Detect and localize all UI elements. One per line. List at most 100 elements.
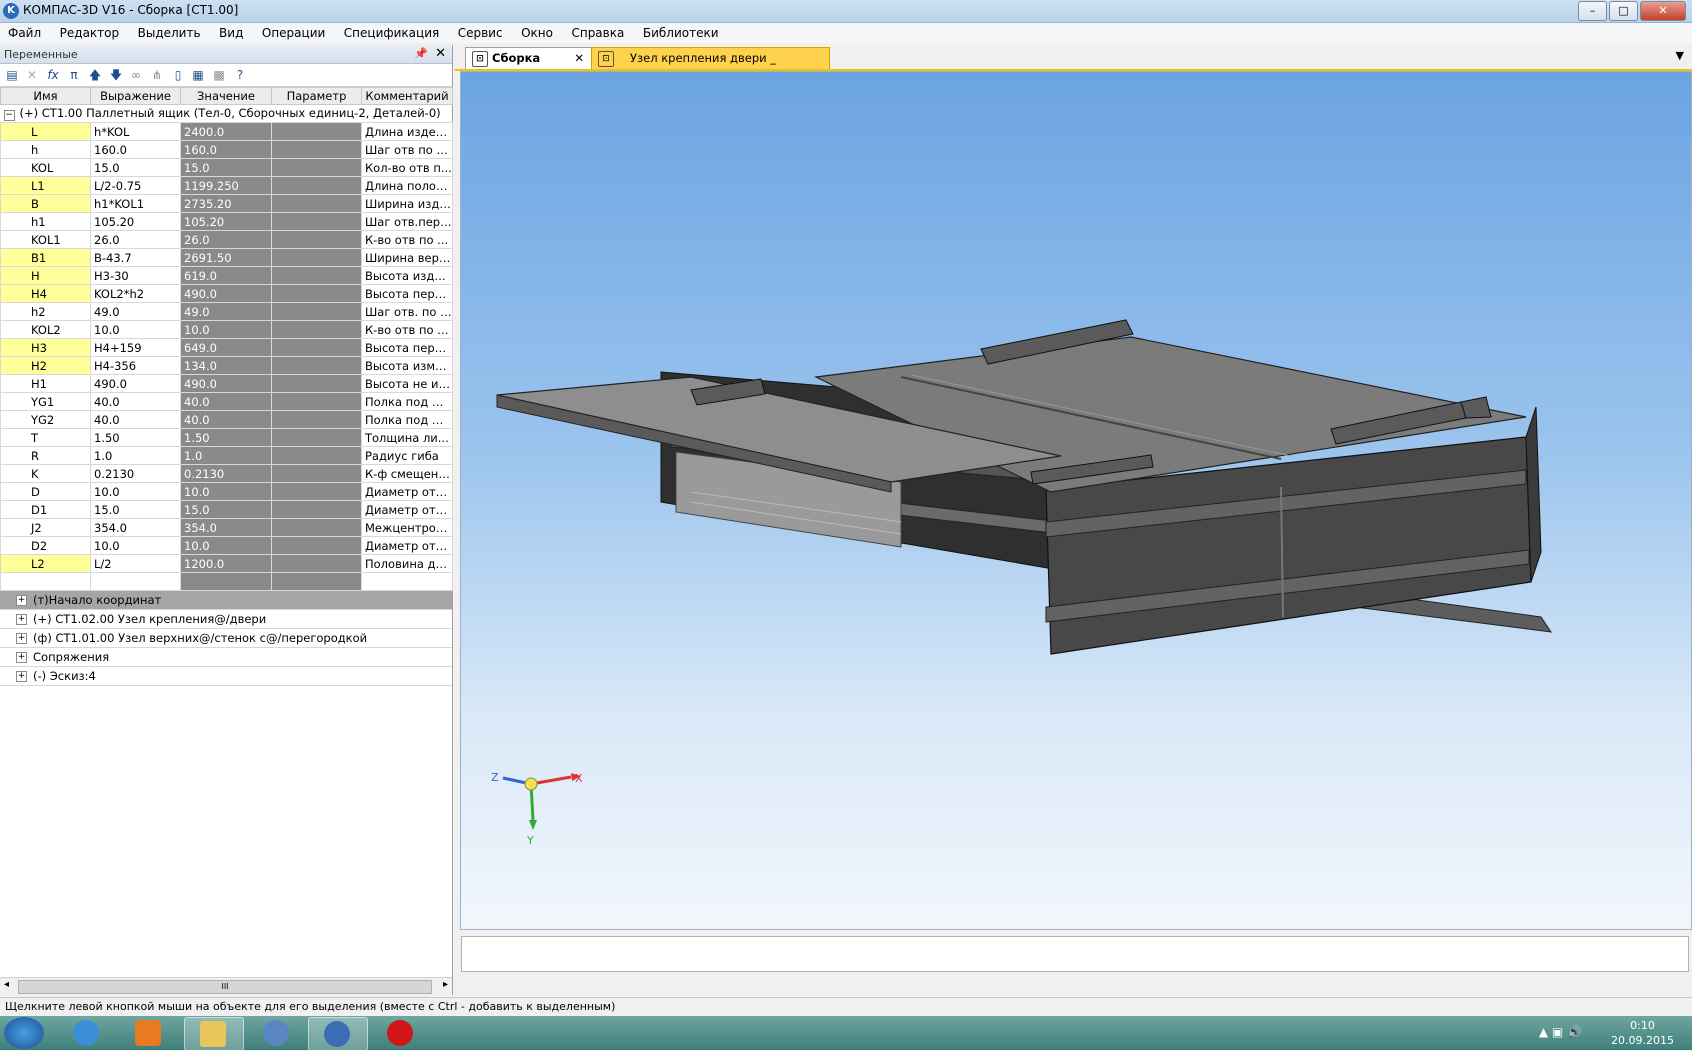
variable-parameter-cell[interactable] bbox=[271, 500, 362, 519]
variable-name-cell[interactable]: K bbox=[0, 464, 91, 483]
taskbar-kompas[interactable] bbox=[248, 1017, 306, 1049]
variable-parameter-cell[interactable] bbox=[271, 158, 362, 177]
variable-value-cell[interactable]: 10.0 bbox=[180, 482, 272, 501]
tree-item[interactable]: + (-) Эскиз:4 bbox=[0, 667, 452, 686]
column-expression[interactable]: Выражение bbox=[90, 87, 181, 105]
horizontal-scrollbar[interactable]: ◂ III ▸ bbox=[0, 977, 452, 995]
link-icon[interactable]: ∞ bbox=[128, 67, 144, 83]
variable-parameter-cell[interactable] bbox=[271, 392, 362, 411]
variable-row[interactable]: L1 L/2-0.75 1199.250 Длина полов... bbox=[0, 176, 453, 195]
variable-row[interactable]: D1 15.0 15.0 Диаметр отв ... bbox=[0, 500, 453, 519]
variable-value-cell[interactable]: 134.0 bbox=[180, 356, 272, 375]
empty-row[interactable] bbox=[0, 572, 453, 591]
variable-row[interactable]: K 0.2130 0.2130 К-ф смещения bbox=[0, 464, 453, 483]
variable-comment-cell[interactable]: Шаг отв по д... bbox=[361, 140, 453, 159]
variable-value-cell[interactable]: 15.0 bbox=[180, 500, 272, 519]
variable-comment-cell[interactable]: Диаметр отв ... bbox=[361, 500, 453, 519]
tree-item[interactable]: + (т)Начало координат bbox=[0, 591, 452, 610]
variable-name-cell[interactable]: H2 bbox=[0, 356, 91, 375]
tab-assembly[interactable]: ⊡ Сборка ✕ bbox=[465, 47, 592, 69]
kompas-logo-icon[interactable]: K bbox=[3, 3, 19, 19]
variable-comment-cell[interactable]: Диаметр отв ... bbox=[361, 536, 453, 555]
variable-comment-cell[interactable]: Толщина ли... bbox=[361, 428, 453, 447]
variable-parameter-cell[interactable] bbox=[271, 554, 362, 573]
variable-parameter-cell[interactable] bbox=[271, 536, 362, 555]
minimize-button[interactable]: – bbox=[1578, 1, 1607, 21]
variable-comment-cell[interactable]: Высота перег... bbox=[361, 338, 453, 357]
variable-expression-cell[interactable]: h1*KOL1 bbox=[90, 194, 181, 213]
taskbar-opera[interactable] bbox=[372, 1017, 430, 1049]
variable-expression-cell[interactable]: 160.0 bbox=[90, 140, 181, 159]
variable-expression-cell[interactable]: 26.0 bbox=[90, 230, 181, 249]
variable-comment-cell[interactable]: Длина изделия bbox=[361, 122, 453, 141]
pi-icon[interactable]: π bbox=[66, 67, 82, 83]
empty-cell[interactable] bbox=[90, 572, 181, 591]
menu-operations[interactable]: Операции bbox=[254, 23, 332, 40]
variable-name-cell[interactable]: h bbox=[0, 140, 91, 159]
variable-name-cell[interactable]: D1 bbox=[0, 500, 91, 519]
variable-comment-cell[interactable]: Шаг отв.пере... bbox=[361, 212, 453, 231]
variable-row[interactable]: D 10.0 10.0 Диаметр отв.... bbox=[0, 482, 453, 501]
variable-comment-cell[interactable]: Высота перег... bbox=[361, 284, 453, 303]
variable-name-cell[interactable]: h2 bbox=[0, 302, 91, 321]
pin-icon[interactable]: 📌 bbox=[414, 47, 428, 60]
variable-parameter-cell[interactable] bbox=[271, 194, 362, 213]
variable-name-cell[interactable]: KOL1 bbox=[0, 230, 91, 249]
variable-row[interactable]: H4 KOL2*h2 490.0 Высота перег... bbox=[0, 284, 453, 303]
export-icon[interactable]: ▩ bbox=[211, 67, 227, 83]
variable-parameter-cell[interactable] bbox=[271, 320, 362, 339]
variable-value-cell[interactable]: 10.0 bbox=[180, 536, 272, 555]
variable-expression-cell[interactable]: KOL2*h2 bbox=[90, 284, 181, 303]
variable-value-cell[interactable]: 1.50 bbox=[180, 428, 272, 447]
variable-expression-cell[interactable]: 40.0 bbox=[90, 410, 181, 429]
column-parameter[interactable]: Параметр bbox=[271, 87, 362, 105]
variable-parameter-cell[interactable] bbox=[271, 464, 362, 483]
variable-expression-cell[interactable]: 105.20 bbox=[90, 212, 181, 231]
menu-specification[interactable]: Спецификация bbox=[336, 23, 446, 40]
empty-cell[interactable] bbox=[180, 572, 272, 591]
variable-comment-cell[interactable]: К-во отв по в... bbox=[361, 320, 453, 339]
variable-parameter-cell[interactable] bbox=[271, 428, 362, 447]
move-down-icon[interactable]: 🡇 bbox=[108, 67, 124, 83]
taskbar-kompas-active[interactable] bbox=[308, 1017, 368, 1051]
variable-row[interactable]: J2 354.0 354.0 Межцентров... bbox=[0, 518, 453, 537]
group-row[interactable]: − (+) СТ1.00 Паллетный ящик (Тел-0, Сборо… bbox=[0, 104, 453, 123]
maximize-button[interactable]: □ bbox=[1609, 1, 1638, 21]
variable-row[interactable]: KOL2 10.0 10.0 К-во отв по в... bbox=[0, 320, 453, 339]
variable-name-cell[interactable]: YG2 bbox=[0, 410, 91, 429]
variable-value-cell[interactable]: 490.0 bbox=[180, 374, 272, 393]
variable-expression-cell[interactable]: H4+159 bbox=[90, 338, 181, 357]
variable-row[interactable]: T 1.50 1.50 Толщина ли... bbox=[0, 428, 453, 447]
variable-row[interactable]: D2 10.0 10.0 Диаметр отв ... bbox=[0, 536, 453, 555]
expand-icon[interactable]: + bbox=[16, 633, 27, 644]
variable-value-cell[interactable]: 40.0 bbox=[180, 410, 272, 429]
menu-editor[interactable]: Редактор bbox=[52, 23, 126, 40]
variable-value-cell[interactable]: 619.0 bbox=[180, 266, 272, 285]
variable-comment-cell[interactable]: Кол-во отв п... bbox=[361, 158, 453, 177]
variable-name-cell[interactable]: R bbox=[0, 446, 91, 465]
variable-expression-cell[interactable]: 40.0 bbox=[90, 392, 181, 411]
taskbar-explorer[interactable] bbox=[184, 1017, 244, 1051]
column-comment[interactable]: Комментарий bbox=[361, 87, 453, 105]
variable-name-cell[interactable]: L2 bbox=[0, 554, 91, 573]
variable-value-cell[interactable]: 105.20 bbox=[180, 212, 272, 231]
variable-row[interactable]: KOL 15.0 15.0 Кол-во отв п... bbox=[0, 158, 453, 177]
column-name[interactable]: Имя bbox=[0, 87, 91, 105]
tab-door-assembly[interactable]: ⊡ Узел крепления двери _ СТ1.02.00 bbox=[591, 47, 830, 86]
panel-close-icon[interactable]: ✕ bbox=[435, 46, 446, 61]
variable-parameter-cell[interactable] bbox=[271, 212, 362, 231]
variable-row[interactable]: KOL1 26.0 26.0 К-во отв по ... bbox=[0, 230, 453, 249]
variable-value-cell[interactable]: 1.0 bbox=[180, 446, 272, 465]
menu-file[interactable]: Файл bbox=[0, 23, 48, 40]
variable-expression-cell[interactable]: H4-356 bbox=[90, 356, 181, 375]
variable-parameter-cell[interactable] bbox=[271, 446, 362, 465]
variable-name-cell[interactable]: D2 bbox=[0, 536, 91, 555]
variable-value-cell[interactable]: 649.0 bbox=[180, 338, 272, 357]
variable-name-cell[interactable]: T bbox=[0, 428, 91, 447]
scroll-right-icon[interactable]: ▸ bbox=[443, 979, 448, 990]
variable-value-cell[interactable]: 49.0 bbox=[180, 302, 272, 321]
variable-expression-cell[interactable]: 10.0 bbox=[90, 482, 181, 501]
variable-name-cell[interactable]: L1 bbox=[0, 176, 91, 195]
variable-comment-cell[interactable]: К-ф смещения bbox=[361, 464, 453, 483]
variable-comment-cell[interactable]: Половина дл... bbox=[361, 554, 453, 573]
